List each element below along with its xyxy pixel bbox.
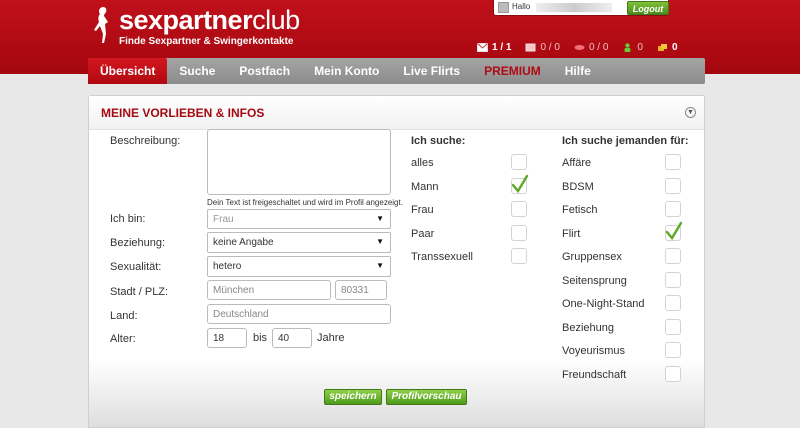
collapse-chevron-icon[interactable]: ▼	[685, 107, 696, 118]
ich-suche-fuer-option-label: Freundschaft	[562, 368, 627, 381]
nav-live-flirts[interactable]: Live Flirts	[391, 58, 472, 84]
alter-bis-input[interactable]	[272, 328, 312, 348]
kiss-icon	[574, 44, 585, 50]
beziehung-select[interactable]: keine Angabe ▼	[207, 232, 391, 253]
land-input[interactable]	[207, 304, 391, 324]
nav-postfach[interactable]: Postfach	[227, 58, 302, 84]
stat-coins[interactable]: 0	[657, 42, 678, 53]
logo-figure-icon	[94, 7, 108, 43]
label-beziehung: Beziehung:	[110, 237, 166, 249]
label-alter: Alter:	[110, 333, 136, 345]
nav-uebersicht[interactable]: Übersicht	[88, 58, 168, 84]
label-bis: bis	[253, 332, 268, 344]
ich-suche-checkbox[interactable]	[511, 154, 527, 170]
ich-suche-fuer-option-label: Affäre	[562, 157, 592, 169]
ich-suche-fuer-option-label: Seitensprung	[562, 274, 627, 287]
ich-suche-option-label: alles	[411, 157, 434, 169]
ich-suche-fuer-option-label: BDSM	[562, 180, 594, 193]
ich-bin-select[interactable]: Frau ▼	[207, 209, 391, 229]
nav-suche[interactable]: Suche	[167, 58, 227, 84]
label-ich-bin: Ich bin:	[110, 213, 146, 225]
ich-suche-checkbox[interactable]	[511, 224, 527, 241]
ich-suche-heading: Ich suche:	[411, 135, 466, 147]
ich-suche-checkbox[interactable]	[511, 174, 529, 194]
ich-suche-fuer-checkbox[interactable]	[665, 342, 681, 358]
chevron-down-icon: ▼	[376, 214, 384, 223]
ich-suche-checkbox[interactable]	[511, 201, 527, 217]
ich-suche-fuer-checkbox[interactable]	[665, 221, 683, 241]
label-beschreibung: Beschreibung:	[110, 135, 181, 147]
stat-visitors[interactable]: 0	[622, 42, 643, 53]
ich-suche-fuer-option-label: Fetisch	[562, 204, 598, 216]
label-sexualitaet: Sexualität:	[110, 261, 162, 273]
ich-suche-checkbox[interactable]	[511, 248, 527, 264]
ich-suche-fuer-checkbox[interactable]	[665, 318, 681, 335]
nav-premium[interactable]: PREMIUM	[472, 58, 553, 84]
profile-preview-button[interactable]: Profilvorschau	[386, 389, 467, 405]
stadt-input[interactable]	[207, 280, 331, 300]
ich-suche-fuer-checkbox[interactable]	[665, 201, 681, 217]
ich-suche-fuer-checkbox[interactable]	[665, 271, 681, 288]
sexualitaet-select[interactable]: hetero ▼	[207, 256, 391, 277]
stat-messages[interactable]: 0 / 0	[525, 42, 560, 53]
nav-hilfe[interactable]: Hilfe	[553, 58, 603, 84]
label-land: Land:	[110, 310, 138, 322]
panel-header: MEINE VORLIEBEN & INFOS ▼	[89, 96, 704, 130]
save-button[interactable]: speichern	[324, 389, 382, 405]
ich-suche-option-label: Mann	[411, 180, 439, 193]
main-nav: Übersicht Suche Postfach Mein Konto Live…	[88, 58, 705, 84]
alter-von-input[interactable]	[207, 328, 247, 348]
mail-icon	[477, 42, 488, 52]
checkmark-icon	[665, 221, 683, 240]
chevron-down-icon: ▼	[376, 261, 384, 270]
chevron-down-icon: ▼	[376, 237, 384, 246]
panel-title: MEINE VORLIEBEN & INFOS	[101, 106, 265, 120]
ich-suche-fuer-checkbox[interactable]	[665, 365, 681, 382]
logout-button[interactable]: Logout	[627, 1, 669, 15]
ich-suche-fuer-checkbox[interactable]	[665, 177, 681, 194]
ich-suche-fuer-option-label: Gruppensex	[562, 251, 622, 263]
ich-suche-option-label: Transsexuell	[411, 251, 473, 263]
nav-mein-konto[interactable]: Mein Konto	[302, 58, 391, 84]
coins-icon	[657, 43, 667, 51]
person-icon	[624, 42, 631, 52]
ich-suche-option-label: Frau	[411, 204, 434, 216]
ich-suche-fuer-option-label: Voyeurismus	[562, 345, 625, 357]
tagline: Finde Sexpartner & Swingerkontakte	[119, 36, 294, 47]
logo[interactable]: sexpartnerclub	[119, 5, 300, 35]
checkmark-icon	[511, 174, 529, 193]
ich-suche-option-label: Paar	[411, 227, 435, 240]
ich-suche-fuer-option-label: Beziehung	[562, 321, 614, 334]
ich-suche-fuer-option-label: One-Night-Stand	[562, 298, 645, 310]
ich-suche-fuer-option-label: Flirt	[562, 227, 581, 240]
label-jahre: Jahre	[317, 332, 345, 344]
label-stadt-plz: Stadt / PLZ:	[110, 286, 169, 298]
beschreibung-textarea[interactable]	[207, 129, 391, 195]
stat-kisses[interactable]: 0 / 0	[574, 42, 608, 53]
ich-suche-fuer-checkbox[interactable]	[665, 154, 681, 170]
beschreibung-note: Dein Text ist freigeschaltet und wird im…	[207, 198, 403, 207]
username-redacted	[536, 3, 612, 12]
stats-bar: 1 / 1 0 / 0 0 / 0 0 0	[465, 38, 691, 56]
plz-input[interactable]	[335, 280, 387, 300]
stat-mail[interactable]: 1 / 1	[477, 42, 511, 53]
ich-suche-fuer-checkbox[interactable]	[665, 248, 681, 264]
ich-suche-fuer-checkbox[interactable]	[665, 295, 681, 311]
greeting: Hallo	[512, 2, 531, 11]
message-icon	[525, 43, 536, 51]
ich-suche-fuer-heading: Ich suche jemanden für:	[562, 135, 689, 147]
user-avatar-icon	[498, 2, 509, 13]
